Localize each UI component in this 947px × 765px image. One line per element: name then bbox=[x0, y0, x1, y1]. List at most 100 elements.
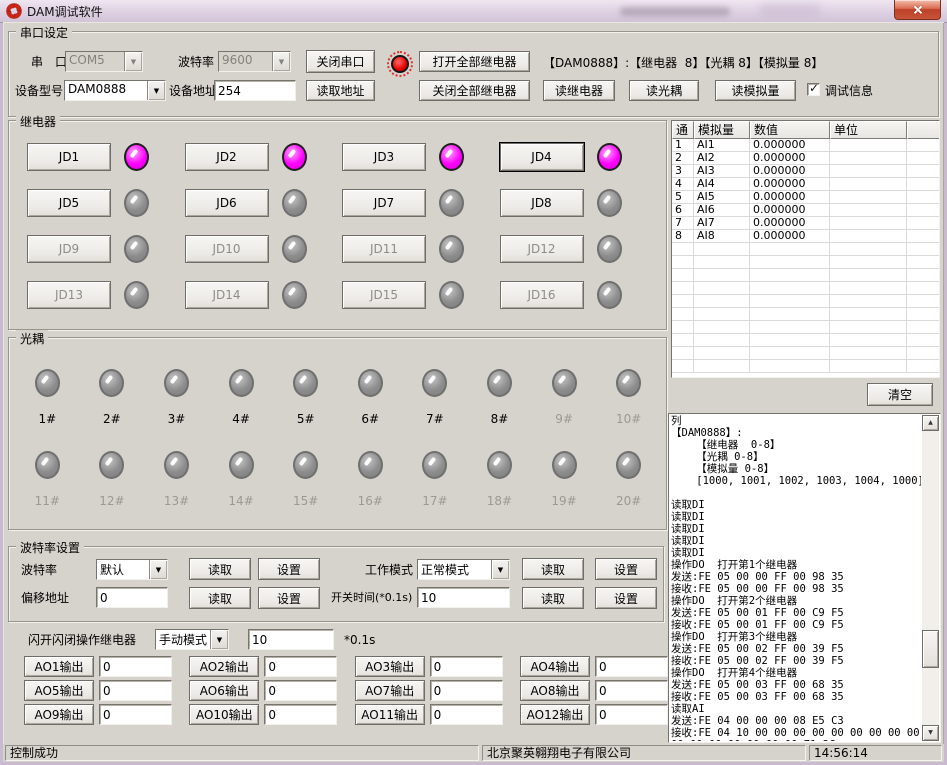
close-port-button[interactable]: 关闭串口 bbox=[306, 50, 375, 73]
relay-button-jd6[interactable]: JD6 bbox=[185, 189, 269, 217]
chevron-down-icon[interactable]: ▼ bbox=[147, 81, 165, 100]
analog-header-4[interactable] bbox=[907, 121, 939, 139]
output-button-AO3输出[interactable]: AO3输出 bbox=[355, 656, 425, 677]
baudrate-select[interactable]: 9600 ▼ bbox=[218, 51, 291, 72]
offset-set-button[interactable]: 设置 bbox=[258, 587, 320, 609]
analog-header-0[interactable]: 通 bbox=[672, 121, 694, 139]
read-analog-button[interactable]: 读模拟量 bbox=[715, 80, 796, 101]
chevron-down-icon[interactable]: ▼ bbox=[124, 52, 142, 71]
analog-row: 4AI40.000000 bbox=[672, 178, 939, 191]
baudrate-set-button[interactable]: 设置 bbox=[258, 558, 320, 580]
relay-button-jd7[interactable]: JD7 bbox=[342, 189, 426, 217]
relay-button-jd13[interactable]: JD13 bbox=[27, 281, 111, 309]
output-button-AO2输出[interactable]: AO2输出 bbox=[189, 656, 259, 677]
output-button-AO9输出[interactable]: AO9输出 bbox=[24, 704, 94, 725]
output-button-AO12输出[interactable]: AO12输出 bbox=[520, 704, 590, 725]
output-input-9[interactable] bbox=[99, 704, 172, 725]
relay-button-jd11[interactable]: JD11 bbox=[342, 235, 426, 263]
relay-button-jd4[interactable]: JD4 bbox=[500, 143, 584, 171]
titlebar[interactable]: DAM调试软件 bbox=[0, 0, 947, 23]
output-button-AO7输出[interactable]: AO7输出 bbox=[355, 680, 425, 701]
device-address-input[interactable] bbox=[214, 80, 296, 101]
work-mode-read-button[interactable]: 读取 bbox=[522, 558, 584, 580]
clear-log-button[interactable]: 清空 bbox=[867, 383, 933, 406]
close-button[interactable] bbox=[894, 0, 941, 20]
scrollbar-thumb[interactable] bbox=[922, 630, 939, 668]
relay-button-jd12[interactable]: JD12 bbox=[500, 235, 584, 263]
relay-button-jd2[interactable]: JD2 bbox=[185, 143, 269, 171]
scroll-up-icon[interactable]: ▲ bbox=[922, 415, 939, 431]
work-mode-set-button[interactable]: 设置 bbox=[595, 558, 657, 580]
output-input-1[interactable] bbox=[99, 656, 172, 677]
relay-button-jd15[interactable]: JD15 bbox=[342, 281, 426, 309]
output-button-AO4输出[interactable]: AO4输出 bbox=[520, 656, 590, 677]
scroll-down-icon[interactable]: ▼ bbox=[922, 725, 939, 741]
output-input-8[interactable] bbox=[595, 680, 668, 701]
clock-time: 14:56:14 bbox=[809, 745, 942, 761]
relay-button-jd10[interactable]: JD10 bbox=[185, 235, 269, 263]
work-mode-select[interactable]: 正常模式 ▼ bbox=[417, 559, 510, 580]
chevron-down-icon[interactable]: ▼ bbox=[272, 52, 290, 71]
flash-mode-select[interactable]: 手动模式 ▼ bbox=[155, 629, 229, 650]
output-input-3[interactable] bbox=[430, 656, 503, 677]
analog-cell bbox=[907, 360, 939, 373]
switch-time-read-button[interactable]: 读取 bbox=[522, 587, 584, 609]
output-button-AO10输出[interactable]: AO10输出 bbox=[189, 704, 259, 725]
read-address-button[interactable]: 读取地址 bbox=[306, 80, 375, 101]
output-button-AO8输出[interactable]: AO8输出 bbox=[520, 680, 590, 701]
log-scrollbar[interactable]: ▲ ▼ bbox=[922, 415, 939, 741]
opto-cell: 19# bbox=[551, 451, 576, 508]
output-input-7[interactable] bbox=[430, 680, 503, 701]
output-input-12[interactable] bbox=[595, 704, 668, 725]
output-input-5[interactable] bbox=[99, 680, 172, 701]
relay-cell: JD1 bbox=[27, 143, 185, 171]
analog-header-1[interactable]: 模拟量 bbox=[694, 121, 750, 139]
relay-button-jd1[interactable]: JD1 bbox=[27, 143, 111, 171]
flash-time-input[interactable] bbox=[248, 629, 334, 650]
open-all-relays-button[interactable]: 打开全部继电器 bbox=[419, 51, 530, 72]
switch-time-input[interactable] bbox=[417, 587, 510, 608]
offset-read-button[interactable]: 读取 bbox=[189, 587, 251, 609]
output-button-AO1输出[interactable]: AO1输出 bbox=[24, 656, 94, 677]
baudrate-label: 波特率 bbox=[178, 55, 214, 69]
chevron-down-icon[interactable]: ▼ bbox=[149, 560, 167, 579]
relay-cell: JD9 bbox=[27, 235, 185, 263]
relay-button-jd16[interactable]: JD16 bbox=[500, 281, 584, 309]
opto-cell: 10# bbox=[616, 369, 641, 426]
relay-button-jd9[interactable]: JD9 bbox=[27, 235, 111, 263]
output-input-4[interactable] bbox=[595, 656, 668, 677]
debug-info-checkbox[interactable]: ✓ bbox=[807, 83, 820, 96]
port-select[interactable]: COM5 ▼ bbox=[65, 51, 143, 72]
analog-header-2[interactable]: 数值 bbox=[750, 121, 830, 139]
baudrate-read-button[interactable]: 读取 bbox=[189, 558, 251, 580]
output-input-10[interactable] bbox=[264, 704, 337, 725]
chevron-down-icon[interactable]: ▼ bbox=[491, 560, 509, 579]
output-button-AO6输出[interactable]: AO6输出 bbox=[189, 680, 259, 701]
model-select[interactable]: DAM0888 ▼ bbox=[64, 80, 166, 101]
offset-address-input[interactable] bbox=[96, 587, 168, 608]
output-input-6[interactable] bbox=[264, 680, 337, 701]
chevron-down-icon[interactable]: ▼ bbox=[210, 630, 228, 649]
relay-cell: JD10 bbox=[185, 235, 343, 263]
analog-cell bbox=[750, 269, 830, 282]
baudrate-set-select[interactable]: 默认 ▼ bbox=[96, 559, 168, 580]
output-input-11[interactable] bbox=[430, 704, 503, 725]
relay-button-jd14[interactable]: JD14 bbox=[185, 281, 269, 309]
output-unit-8: AO8输出 bbox=[520, 680, 668, 701]
relay-led-jd1 bbox=[124, 143, 149, 171]
analog-cell bbox=[694, 347, 750, 360]
close-all-relays-button[interactable]: 关闭全部继电器 bbox=[419, 80, 530, 101]
relay-button-jd8[interactable]: JD8 bbox=[500, 189, 584, 217]
read-relay-button[interactable]: 读继电器 bbox=[543, 80, 615, 101]
relay-button-jd5[interactable]: JD5 bbox=[27, 189, 111, 217]
switch-time-set-button[interactable]: 设置 bbox=[595, 587, 657, 609]
output-button-AO11输出[interactable]: AO11输出 bbox=[355, 704, 425, 725]
company-name: 北京聚英翱翔电子有限公司 bbox=[482, 745, 806, 761]
relay-button-jd3[interactable]: JD3 bbox=[342, 143, 426, 171]
output-input-2[interactable] bbox=[264, 656, 337, 677]
relay-group-title: 继电器 bbox=[16, 113, 60, 130]
read-opto-button[interactable]: 读光耦 bbox=[629, 80, 699, 101]
output-button-AO5输出[interactable]: AO5输出 bbox=[24, 680, 94, 701]
analog-header-3[interactable]: 单位 bbox=[830, 121, 907, 139]
log-panel[interactable]: 列 【DAM0888】: 【继电器 0-8】 【光耦 0-8】 【模拟量 0-8… bbox=[668, 413, 941, 743]
